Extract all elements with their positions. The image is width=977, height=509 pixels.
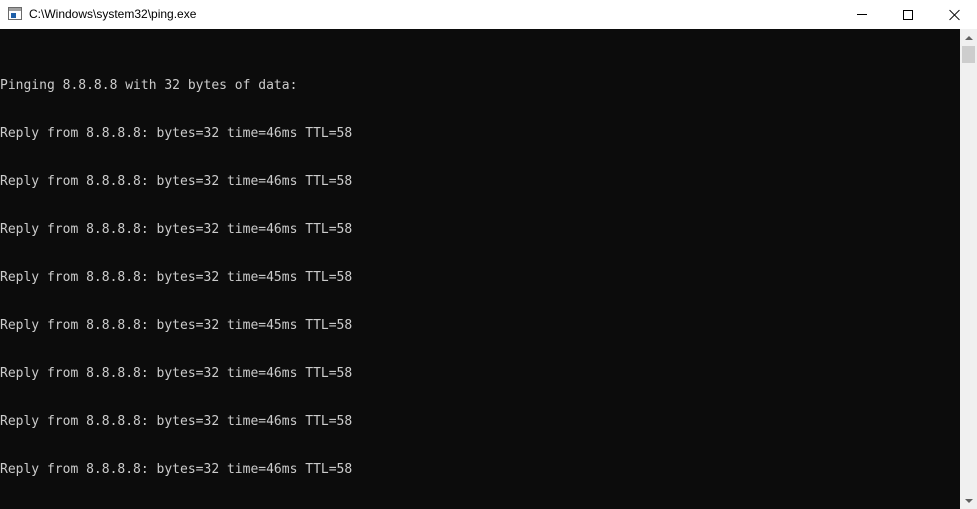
scroll-down-button[interactable]	[960, 492, 977, 509]
console-line: Reply from 8.8.8.8: bytes=32 time=46ms T…	[0, 126, 353, 141]
console-line: Reply from 8.8.8.8: bytes=32 time=46ms T…	[0, 174, 353, 189]
title-bar[interactable]: C:\Windows\system32\ping.exe	[0, 0, 977, 29]
console-line: Reply from 8.8.8.8: bytes=32 time=46ms T…	[0, 366, 353, 381]
console-output-area[interactable]: Pinging 8.8.8.8 with 32 bytes of data: R…	[0, 29, 960, 509]
close-icon	[949, 9, 960, 20]
maximize-icon	[903, 9, 913, 20]
minimize-icon	[857, 14, 867, 15]
console-line: Reply from 8.8.8.8: bytes=32 time=46ms T…	[0, 462, 353, 477]
vertical-scrollbar[interactable]	[960, 29, 977, 509]
console-window-icon[interactable]	[8, 7, 22, 20]
window-title: C:\Windows\system32\ping.exe	[29, 7, 197, 21]
console-line: Reply from 8.8.8.8: bytes=32 time=45ms T…	[0, 318, 353, 333]
console-text: Pinging 8.8.8.8 with 32 bytes of data: R…	[0, 46, 352, 509]
console-window: C:\Windows\system32\ping.exe Pinging 8.8…	[0, 0, 977, 509]
console-line: Reply from 8.8.8.8: bytes=32 time=46ms T…	[0, 222, 353, 237]
scroll-up-button[interactable]	[960, 29, 977, 46]
scroll-down-arrow-icon	[964, 498, 973, 503]
console-line: Reply from 8.8.8.8: bytes=32 time=46ms T…	[0, 414, 353, 429]
scroll-thumb[interactable]	[962, 46, 975, 63]
scroll-up-arrow-icon	[964, 35, 973, 40]
console-line: Reply from 8.8.8.8: bytes=32 time=45ms T…	[0, 270, 353, 285]
close-button[interactable]	[931, 0, 977, 29]
minimize-button[interactable]	[839, 0, 885, 29]
console-line: Pinging 8.8.8.8 with 32 bytes of data:	[0, 78, 298, 93]
maximize-button[interactable]	[885, 0, 931, 29]
